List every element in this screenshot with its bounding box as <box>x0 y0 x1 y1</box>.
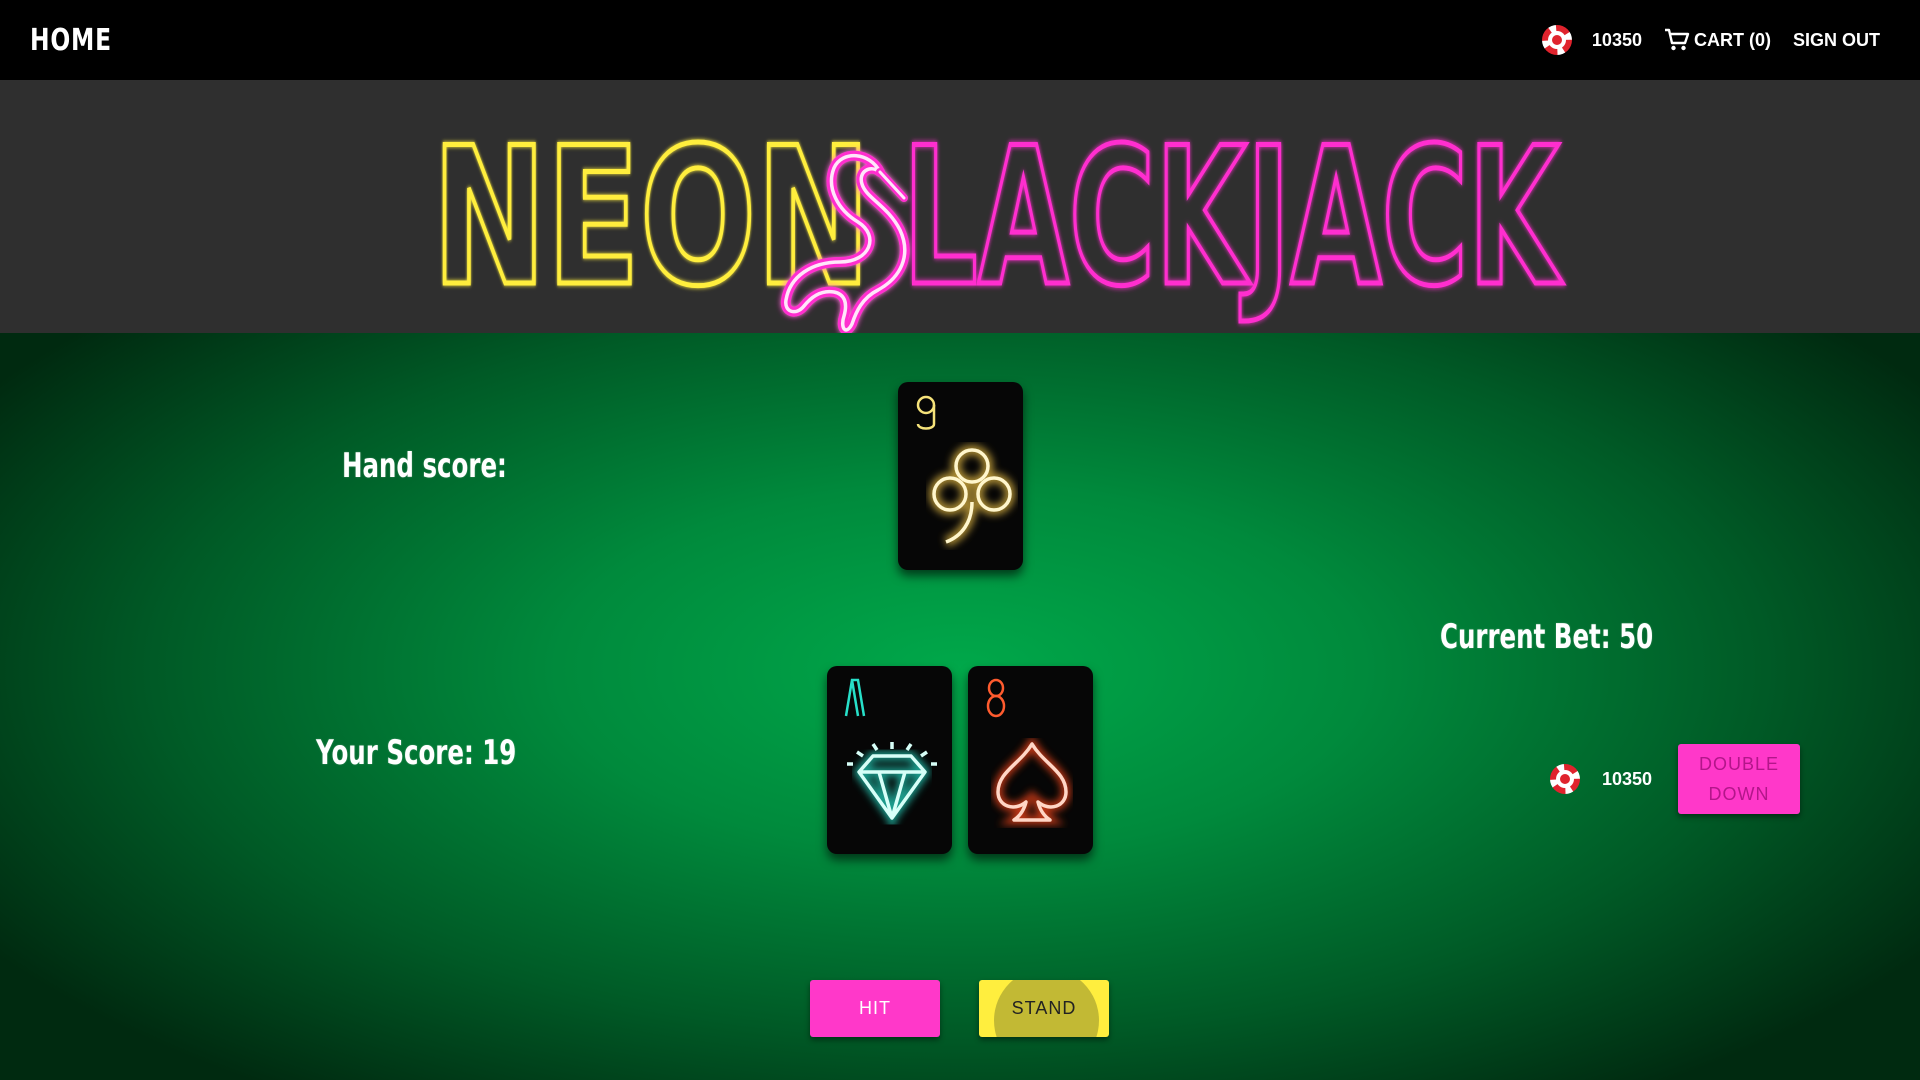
neon-blackjack-logo: NEON LACKJACK <box>430 105 1565 333</box>
cart-label: CART (0) <box>1693 29 1771 50</box>
logo-word-neon: NEON <box>432 107 871 329</box>
stand-label: STAND <box>1011 998 1077 1018</box>
double-down-button[interactable]: DOUBLE DOWN <box>1678 744 1800 814</box>
card-rank-8 <box>986 678 1006 718</box>
diamond-gem-icon <box>847 742 937 828</box>
sign-out-button[interactable]: SIGN OUT <box>1793 30 1880 51</box>
spade-suit-icon <box>993 738 1071 825</box>
logo-banner: NEON LACKJACK <box>0 80 1920 333</box>
poker-chip-icon <box>1550 764 1580 794</box>
player-balance-row: 10350 <box>1550 764 1652 794</box>
logo-word-lackjack: LACKJACK <box>903 108 1564 329</box>
card-rank-a <box>844 678 866 717</box>
dealer-hand-score-label: Hand score: <box>342 446 507 486</box>
hit-button[interactable]: HIT <box>810 980 940 1037</box>
player-card-2 <box>968 666 1093 854</box>
dealer-card <box>898 382 1023 570</box>
top-navbar: HOME 10350 CART (0) SIGN OUT <box>0 0 1920 80</box>
current-bet-label: Current Bet: 50 <box>1440 617 1654 657</box>
nav-balance: 10350 <box>1591 29 1642 50</box>
nav-right-group: 10350 CART (0) SIGN OUT <box>1541 25 1890 55</box>
home-link[interactable]: HOME <box>30 23 112 58</box>
player-card-1 <box>827 666 952 854</box>
poker-chip-icon <box>1541 25 1572 55</box>
card-rank-9 <box>916 395 936 430</box>
cart-button[interactable]: CART (0) <box>1664 28 1771 52</box>
shopping-cart-icon <box>1664 28 1690 51</box>
player-score-label: Your Score: 19 <box>316 733 517 773</box>
game-table: Hand score: Current Bet: 50 Your Score: … <box>0 333 1920 1080</box>
stand-button[interactable]: STAND <box>979 980 1109 1037</box>
club-suit-icon <box>929 445 1015 547</box>
player-balance: 10350 <box>1602 768 1653 789</box>
